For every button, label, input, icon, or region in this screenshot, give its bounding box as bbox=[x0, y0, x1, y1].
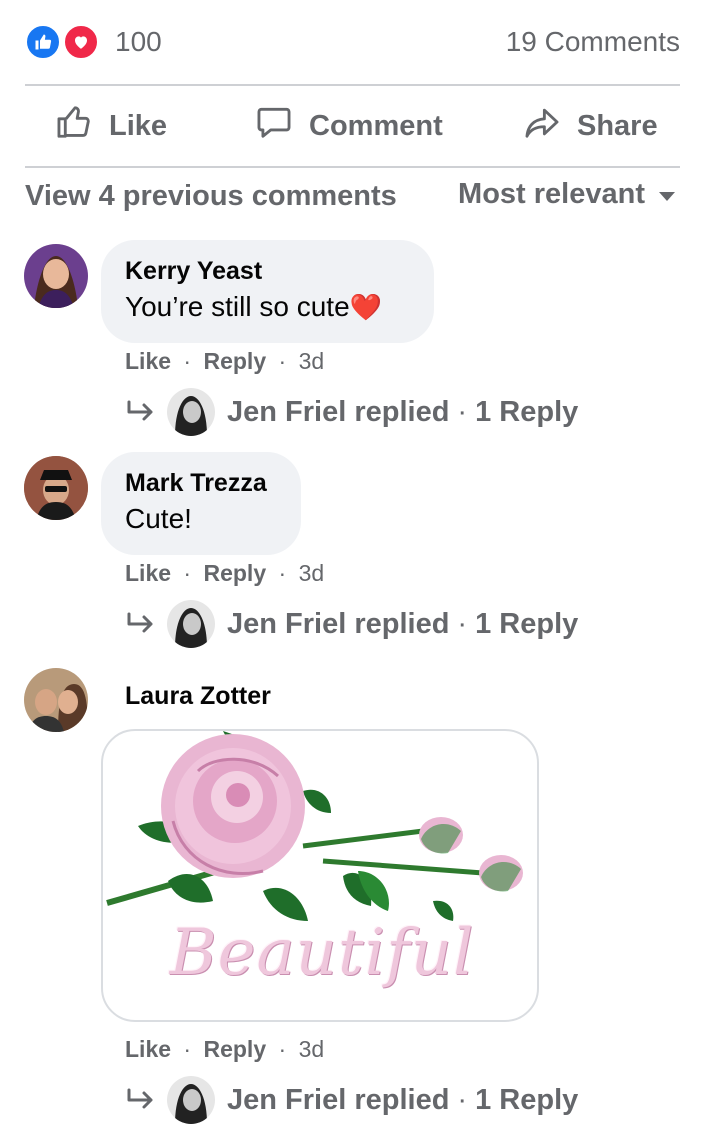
share-arrow-icon bbox=[523, 103, 561, 149]
replier-avatar bbox=[167, 600, 215, 648]
comment-button-label: Comment bbox=[309, 109, 443, 142]
reply-summary: Jen Friel replied bbox=[227, 1083, 450, 1116]
attachment-caption: Beautiful bbox=[169, 916, 475, 990]
separator: · bbox=[183, 348, 192, 374]
speech-bubble-icon bbox=[255, 103, 293, 149]
comment-meta: Like · Reply · 3d bbox=[125, 348, 324, 375]
comment-image-attachment[interactable]: Beautiful bbox=[101, 729, 539, 1022]
post-action-bar: Like Comment Share bbox=[25, 86, 680, 166]
share-button-label: Share bbox=[577, 109, 658, 142]
comment-body: Cute! bbox=[125, 503, 192, 534]
comment-like-link[interactable]: Like bbox=[125, 1036, 171, 1062]
comment-author[interactable]: Laura Zotter bbox=[125, 682, 271, 711]
comment-reply-link[interactable]: Reply bbox=[203, 560, 266, 586]
sort-comments-dropdown[interactable]: Most relevant bbox=[458, 178, 675, 211]
view-replies-link[interactable]: Jen Friel replied · 1 Reply bbox=[125, 1075, 578, 1125]
reply-count: 1 Reply bbox=[475, 395, 579, 428]
replier-avatar bbox=[167, 388, 215, 436]
comment-author[interactable]: Mark Trezza bbox=[125, 468, 277, 498]
comment-author[interactable]: Kerry Yeast bbox=[125, 256, 410, 286]
comment-reply-link[interactable]: Reply bbox=[203, 348, 266, 374]
separator: · bbox=[457, 607, 468, 640]
caret-down-icon bbox=[659, 192, 675, 201]
separator: · bbox=[457, 1083, 468, 1116]
comment-timestamp[interactable]: 3d bbox=[299, 348, 325, 374]
separator: · bbox=[278, 348, 287, 374]
comment-reply-link[interactable]: Reply bbox=[203, 1036, 266, 1062]
view-replies-link[interactable]: Jen Friel replied · 1 Reply bbox=[125, 387, 578, 437]
reaction-count[interactable]: 100 bbox=[115, 26, 162, 58]
reaction-icons[interactable] bbox=[25, 24, 105, 60]
divider bbox=[25, 166, 680, 168]
reply-summary: Jen Friel replied bbox=[227, 395, 450, 428]
heart-icon bbox=[63, 24, 99, 60]
avatar[interactable] bbox=[24, 244, 88, 308]
comment-timestamp[interactable]: 3d bbox=[299, 1036, 325, 1062]
reply-summary: Jen Friel replied bbox=[227, 607, 450, 640]
replier-avatar bbox=[167, 1076, 215, 1124]
separator: · bbox=[278, 560, 287, 586]
sort-label: Most relevant bbox=[458, 178, 645, 210]
reply-arrow-icon bbox=[127, 612, 153, 633]
thumbs-up-icon bbox=[55, 103, 93, 149]
comment-meta: Like · Reply · 3d bbox=[125, 560, 324, 587]
comment-like-link[interactable]: Like bbox=[125, 560, 171, 586]
comment-bubble: Mark Trezza Cute! bbox=[101, 452, 301, 555]
avatar[interactable] bbox=[24, 456, 88, 520]
reply-arrow-icon bbox=[127, 1088, 153, 1109]
separator: · bbox=[278, 1036, 287, 1062]
comment-meta: Like · Reply · 3d bbox=[125, 1036, 324, 1063]
like-button-label: Like bbox=[109, 109, 168, 142]
share-button[interactable]: Share bbox=[523, 86, 658, 166]
like-button[interactable]: Like bbox=[55, 86, 167, 166]
separator: · bbox=[457, 395, 468, 428]
reactions-summary: 100 19 Comments bbox=[25, 18, 680, 66]
comment-button[interactable]: Comment bbox=[255, 86, 443, 166]
comments-count-link[interactable]: 19 Comments bbox=[506, 26, 680, 58]
view-previous-comments-link[interactable]: View 4 previous comments bbox=[25, 180, 397, 213]
avatar[interactable] bbox=[24, 668, 88, 732]
heart-emoji: ❤️ bbox=[349, 292, 383, 322]
separator: · bbox=[183, 560, 192, 586]
comment-bubble: Kerry Yeast You’re still so cute ❤️ bbox=[101, 240, 434, 343]
reply-count: 1 Reply bbox=[475, 607, 579, 640]
thumbs-up-icon bbox=[25, 24, 61, 60]
comment-body: You’re still so cute bbox=[125, 291, 350, 322]
view-replies-link[interactable]: Jen Friel replied · 1 Reply bbox=[125, 599, 578, 649]
reply-arrow-icon bbox=[127, 400, 153, 421]
comment-like-link[interactable]: Like bbox=[125, 348, 171, 374]
comment-text: You’re still so cute ❤️ bbox=[125, 286, 410, 328]
separator: · bbox=[183, 1036, 192, 1062]
comment-timestamp[interactable]: 3d bbox=[299, 560, 325, 586]
reply-count: 1 Reply bbox=[475, 1083, 579, 1116]
